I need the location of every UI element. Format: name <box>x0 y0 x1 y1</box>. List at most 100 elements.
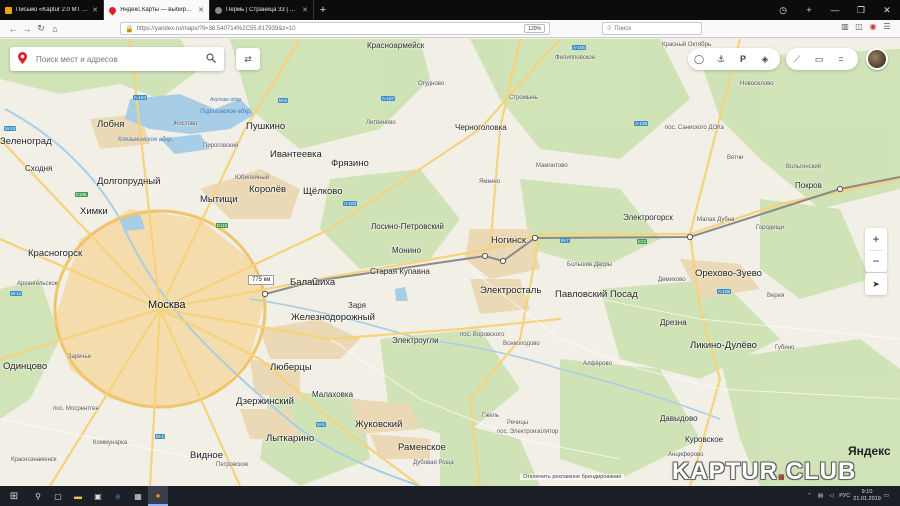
panorama-icon[interactable]: ◯ <box>688 54 710 65</box>
layers-icon[interactable]: ◈ <box>754 54 776 65</box>
town-label[interactable]: Лыткарино <box>266 433 314 444</box>
menu-icon[interactable]: = <box>830 54 852 64</box>
zoom-in-button[interactable]: + <box>865 228 887 250</box>
town-label[interactable]: Электрогорск <box>623 213 673 222</box>
map-canvas[interactable]: Клязьминское вдхр. Пироговское вдхр. Аку… <box>0 39 900 486</box>
town-label[interactable]: Ивантеевка <box>270 149 322 160</box>
town-label[interactable]: Дрезна <box>660 318 687 327</box>
town-label[interactable]: Давыдово <box>660 414 698 423</box>
lake-label: Пироговское вдхр. <box>200 109 253 115</box>
town-label[interactable]: Железнодорожный <box>291 312 375 323</box>
town-label[interactable]: Электросталь <box>480 285 541 296</box>
volume-icon[interactable]: ◁ <box>829 493 833 499</box>
avatar[interactable] <box>866 48 888 70</box>
task-view-icon[interactable]: ▢ <box>48 486 68 506</box>
tab-mail[interactable]: Письмо «Kaptur 2.0 MT 4x4 - ✕ <box>0 0 104 20</box>
town-label[interactable]: Жуковский <box>355 419 402 430</box>
search-icon[interactable]: ⚲ <box>28 486 48 506</box>
town-label[interactable]: Москва <box>148 299 186 311</box>
browser-search-input[interactable]: ⚲ Поиск <box>602 22 702 35</box>
tab-forum[interactable]: Пермь | Страница 33 | Рено К... ✕ <box>210 0 314 20</box>
geolocation-button[interactable]: ➤ <box>865 273 887 295</box>
town-label[interactable]: Мытищи <box>200 194 238 205</box>
new-tab-button[interactable]: + <box>314 0 332 20</box>
close-window-button[interactable]: ✕ <box>874 5 900 16</box>
menu-icon[interactable]: ☰ <box>880 22 894 35</box>
town-label[interactable]: Королёв <box>249 184 286 195</box>
town-label[interactable]: Химки <box>80 206 108 217</box>
tab-close-icon[interactable]: ✕ <box>302 6 308 14</box>
town-label[interactable]: Сходня <box>25 164 52 173</box>
tab-yandex-maps[interactable]: Яндекс.Карты — выбирайте ... ✕ <box>104 0 210 20</box>
add-icon[interactable]: + <box>796 5 822 15</box>
town-label[interactable]: Видное <box>190 450 223 461</box>
notifications-icon[interactable]: ▭ <box>884 493 889 499</box>
town-label[interactable]: Раменское <box>398 442 446 453</box>
forward-icon[interactable]: → <box>20 24 34 34</box>
town-label[interactable]: Ликино-Дулёво <box>690 340 757 351</box>
home-icon[interactable]: ⌂ <box>48 24 62 34</box>
calculator-icon[interactable]: ▦ <box>128 486 148 506</box>
tab-close-icon[interactable]: ✕ <box>92 6 98 14</box>
library-icon[interactable]: ▥ <box>838 22 852 35</box>
highway-shield: M-7 <box>560 238 570 243</box>
file-explorer-icon[interactable]: ▬ <box>68 486 88 506</box>
town-label[interactable]: Щёлково <box>303 186 343 197</box>
control-panel-icon[interactable]: ▣ <box>88 486 108 506</box>
town-label[interactable]: Дзержинский <box>236 396 294 407</box>
edge-icon[interactable]: e <box>108 486 128 506</box>
tray-chevron-icon[interactable]: ⌃ <box>807 493 812 499</box>
print-icon[interactable]: ▭ <box>808 54 830 65</box>
traffic-icon[interactable]: ⚓ <box>710 54 732 65</box>
town-label[interactable]: Долгопрудный <box>97 176 160 187</box>
parking-icon[interactable]: P <box>732 54 754 64</box>
routes-button[interactable]: ⇄ <box>236 48 260 70</box>
reload-icon[interactable]: ↻ <box>34 23 48 34</box>
extension-icon[interactable]: ◉ <box>866 22 880 35</box>
url-bar[interactable]: 🔒 https://yandex.ru/maps/?ll=38.540714%2… <box>120 22 550 35</box>
search-icon[interactable] <box>206 53 216 63</box>
town-label[interactable]: Куровское <box>685 435 723 444</box>
town-label[interactable]: Монино <box>392 246 421 255</box>
sidebar-icon[interactable]: ◫ <box>852 22 866 35</box>
firefox-icon[interactable]: ● <box>148 486 168 506</box>
network-icon[interactable]: ▤ <box>818 493 823 499</box>
maximize-button[interactable]: ❐ <box>848 5 874 16</box>
town-label[interactable]: Покров <box>795 181 822 190</box>
map-search-input[interactable]: Поиск мест и адресов <box>10 47 224 71</box>
town-label[interactable]: Лосино-Петровский <box>371 222 444 231</box>
town-label[interactable]: Павловский Посад <box>555 289 638 300</box>
back-icon[interactable]: ← <box>6 24 20 34</box>
town-label[interactable]: Малаховка <box>312 390 353 399</box>
clock[interactable]: 9:10 21.01.2019 <box>853 489 881 503</box>
zoom-control: + − <box>865 228 887 272</box>
town-label[interactable]: Зеленоград <box>0 136 52 147</box>
ruler-icon[interactable]: ⟋ <box>786 54 808 65</box>
zoom-level[interactable]: 120% <box>524 24 545 33</box>
town-label[interactable]: Черноголовка <box>455 123 507 132</box>
highway-shield: М-8 <box>278 98 288 103</box>
town-label[interactable]: Люберцы <box>270 362 312 373</box>
town-label[interactable]: Пушкино <box>246 121 285 132</box>
town-label[interactable]: Красноармейск <box>367 41 424 50</box>
windows-start-icon[interactable]: ⊞ <box>0 486 28 506</box>
town-label[interactable]: Фрязино <box>331 158 369 169</box>
town-label[interactable]: Ногинск <box>491 235 526 246</box>
town-label[interactable]: Красногорск <box>28 248 82 259</box>
town-label[interactable]: Заря <box>348 301 366 310</box>
history-icon[interactable]: ◷ <box>770 5 796 16</box>
yandex-logo[interactable]: Яндекс <box>848 444 891 458</box>
distance-label[interactable]: 775 км <box>248 275 275 285</box>
town-label[interactable]: Одинцово <box>3 361 47 372</box>
tab-close-icon[interactable]: ✕ <box>198 6 204 14</box>
minimize-button[interactable]: — <box>822 5 848 15</box>
town-label[interactable]: Старая Купавна <box>370 267 430 276</box>
highway-shield: A-104 <box>133 95 148 100</box>
zoom-out-button[interactable]: − <box>865 250 887 272</box>
town-label[interactable]: Электроугли <box>392 336 439 345</box>
town-label[interactable]: Балашиха <box>290 277 335 288</box>
town-label[interactable]: Орехово-Зуево <box>695 268 762 279</box>
town-label[interactable]: Лобня <box>97 119 124 130</box>
language-indicator[interactable]: РУС <box>839 493 850 499</box>
copyright-link[interactable]: Отключить рекламное брендирование <box>520 474 625 480</box>
